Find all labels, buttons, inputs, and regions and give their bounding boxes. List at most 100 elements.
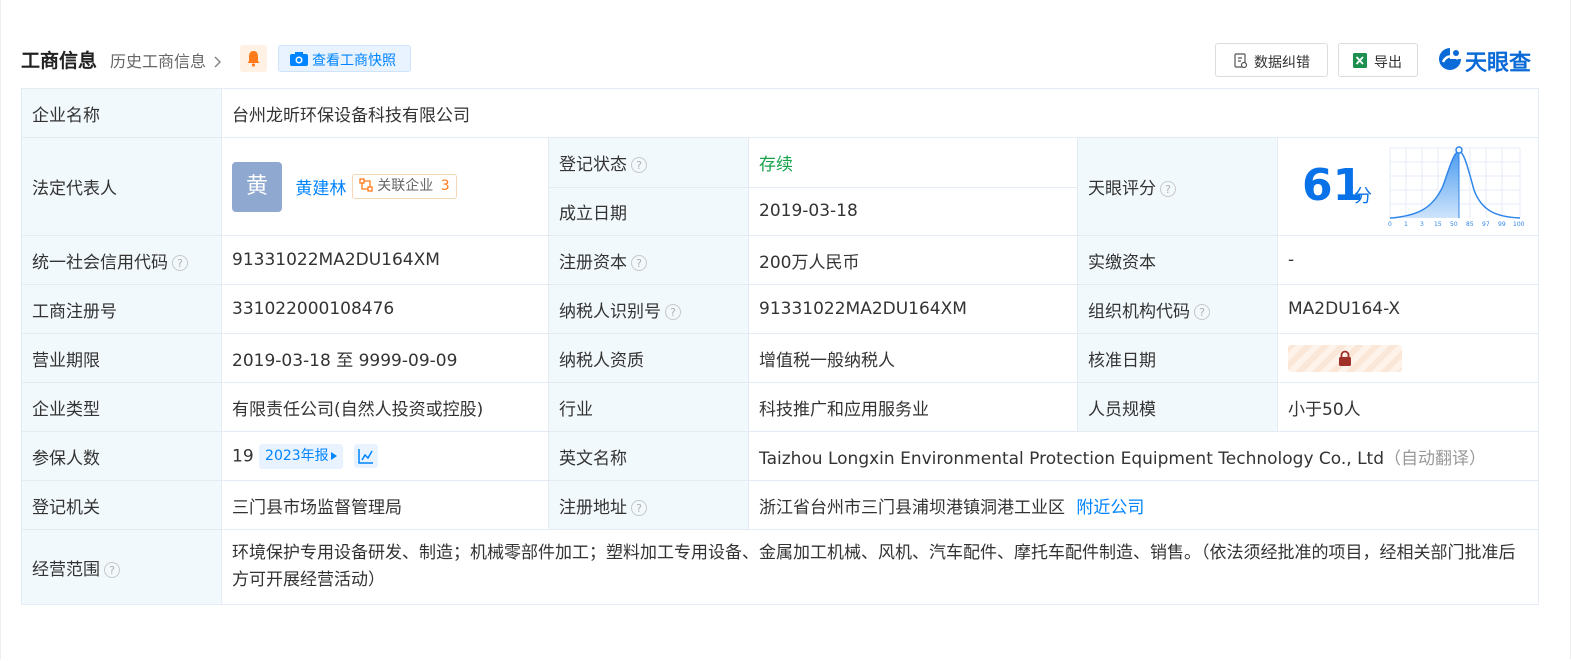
score-tick: 3 xyxy=(1420,221,1424,228)
help-icon[interactable]: ? xyxy=(631,156,647,173)
org-code-label-text: 组织机构代码 xyxy=(1088,301,1190,322)
score-cell[interactable]: 61 分 0 1 3 15 50 85 97 99 100 xyxy=(1276,137,1540,236)
history-link-label: 历史工商信息 xyxy=(110,52,207,71)
address-value: 浙江省台州市三门县浦坝港镇洞港工业区 xyxy=(759,497,1065,518)
score-unit: 分 xyxy=(1354,186,1372,207)
row-legal-rep: 法定代表人 黄 黄建林 关联企业 3 登记状态? 存续 天眼评分? 61 分 0… xyxy=(21,137,1540,236)
history-link[interactable]: 历史工商信息 xyxy=(110,48,222,72)
taxpayer-qual-value: 增值税一般纳税人 xyxy=(748,333,1078,383)
legal-rep-label: 法定代表人 xyxy=(21,137,222,236)
snapshot-button[interactable]: 查看工商快照 xyxy=(278,45,411,72)
bell-icon xyxy=(247,51,260,67)
score-tick: 50 xyxy=(1450,221,1458,228)
related-companies-label: 关联企业 xyxy=(377,178,434,194)
status-text: 存续 xyxy=(759,154,793,175)
founded-value: 2019-03-18 xyxy=(748,186,1078,236)
paid-capital-label: 实缴资本 xyxy=(1077,235,1278,285)
chevron-right-icon xyxy=(214,56,222,68)
vip-locked-field[interactable] xyxy=(1288,344,1402,372)
address-cell: 浙江省台州市三门县浦坝港镇洞港工业区 附近公司 xyxy=(747,480,1540,530)
lock-icon xyxy=(1339,350,1351,366)
company-name-value: 台州龙昕环保设备科技有限公司 xyxy=(220,88,1540,138)
help-icon[interactable]: ? xyxy=(104,561,120,578)
score-label-text: 天眼评分 xyxy=(1088,179,1156,199)
insured-label: 参保人数 xyxy=(21,431,222,481)
insured-cell: 19 2023年报 xyxy=(221,431,549,481)
approval-date-value xyxy=(1276,333,1540,383)
data-correction-label: 数据纠错 xyxy=(1254,55,1310,71)
monitor-bell-button[interactable] xyxy=(240,45,267,72)
scope-label: 经营范围? xyxy=(21,529,222,605)
status-label-text: 登记状态 xyxy=(559,154,627,175)
score-tick: 85 xyxy=(1466,221,1474,228)
help-icon[interactable]: ? xyxy=(665,303,681,320)
org-code-label: 组织机构代码? xyxy=(1077,284,1278,334)
address-label-text: 注册地址 xyxy=(559,497,627,518)
export-label: 导出 xyxy=(1374,55,1402,71)
english-name-cell: Taizhou Longxin Environmental Protection… xyxy=(747,431,1540,481)
score-tick: 0 xyxy=(1388,221,1392,228)
industry-label: 行业 xyxy=(548,382,749,432)
help-icon[interactable]: ? xyxy=(1160,181,1176,197)
taxpayer-id-label: 纳税人识别号? xyxy=(548,284,749,334)
auto-translate-note: （自动翻译） xyxy=(1384,448,1487,469)
score-tick: 99 xyxy=(1498,221,1506,228)
help-icon[interactable]: ? xyxy=(1194,303,1210,320)
credit-code-label: 统一社会信用代码? xyxy=(21,235,222,285)
row-authority: 登记机关 三门县市场监督管理局 注册地址? 浙江省台州市三门县浦坝港镇洞港工业区… xyxy=(21,480,1540,530)
approval-date-label: 核准日期 xyxy=(1077,333,1278,383)
english-name-label: 英文名称 xyxy=(548,431,749,481)
help-icon[interactable]: ? xyxy=(631,499,647,516)
row-reg-no: 工商注册号 331022000108476 纳税人识别号? 91331022MA… xyxy=(21,284,1540,334)
taxpayer-id-value: 91331022MA2DU164XM xyxy=(748,284,1078,334)
status-value: 存续 xyxy=(748,137,1078,188)
term-value: 2019-03-18 至 9999-09-09 xyxy=(221,333,549,383)
address-label: 注册地址? xyxy=(548,480,749,530)
credit-code-value: 91331022MA2DU164XM xyxy=(221,235,549,285)
score-distribution-chart: 0 1 3 15 50 85 97 99 100 xyxy=(1388,146,1524,228)
authority-value: 三门县市场监督管理局 xyxy=(221,480,549,530)
type-value: 有限责任公司(自然人投资或控股) xyxy=(221,382,549,432)
score-tick: 15 xyxy=(1434,221,1442,228)
staff-size-label: 人员规模 xyxy=(1077,382,1278,432)
english-name-value: Taizhou Longxin Environmental Protection… xyxy=(759,448,1385,469)
trend-chart-icon xyxy=(358,449,374,464)
related-companies-tag[interactable]: 关联企业 3 xyxy=(351,174,457,199)
insured-value: 19 xyxy=(232,446,254,466)
paid-capital-value: - xyxy=(1276,235,1540,285)
credit-code-label-text: 统一社会信用代码 xyxy=(32,252,168,273)
annual-report-label: 2023年报 xyxy=(265,447,329,464)
nearby-companies-link[interactable]: 附近公司 xyxy=(1076,498,1144,518)
data-correction-button[interactable]: 数据纠错 xyxy=(1215,43,1328,77)
row-scope: 经营范围? 环境保护专用设备研发、制造；机械零部件加工；塑料加工专用设备、金属加… xyxy=(21,529,1540,605)
avatar[interactable]: 黄 xyxy=(232,161,282,212)
section-header: 工商信息 历史工商信息 查看工商快照 数据纠错 导出 天眼查 xyxy=(21,40,1541,80)
staff-size-value: 小于50人 xyxy=(1276,382,1540,432)
legal-rep-link[interactable]: 黄建林 xyxy=(295,179,346,199)
logo-text: 天眼查 xyxy=(1465,51,1532,76)
related-companies-count: 3 xyxy=(440,178,450,194)
type-label: 企业类型 xyxy=(21,382,222,432)
reg-no-value: 331022000108476 xyxy=(221,284,549,334)
reg-no-label: 工商注册号 xyxy=(21,284,222,334)
company-name-label: 企业名称 xyxy=(21,88,222,138)
industry-value: 科技推广和应用服务业 xyxy=(748,382,1078,432)
status-label: 登记状态? xyxy=(548,137,749,188)
help-icon[interactable]: ? xyxy=(631,254,647,271)
term-label: 营业期限 xyxy=(21,333,222,383)
taxpayer-qual-label: 纳税人资质 xyxy=(548,333,749,383)
trend-chart-button[interactable] xyxy=(354,444,379,468)
annual-report-tag[interactable]: 2023年报 xyxy=(259,443,343,469)
score-label: 天眼评分? xyxy=(1077,137,1278,236)
tianyancha-logo: 天眼查 xyxy=(1437,43,1541,76)
row-company-name: 企业名称 台州龙昕环保设备科技有限公司 xyxy=(21,88,1540,138)
camera-icon xyxy=(290,52,308,66)
score-tick: 97 xyxy=(1482,221,1490,228)
scope-value: 环境保护专用设备研发、制造；机械零部件加工；塑料加工专用设备、金属加工机械、风机… xyxy=(220,529,1540,605)
export-button[interactable]: 导出 xyxy=(1338,43,1418,77)
snapshot-button-label: 查看工商快照 xyxy=(312,53,396,69)
reg-capital-label: 注册资本? xyxy=(548,235,749,285)
org-code-value: MA2DU164-X xyxy=(1276,284,1540,334)
help-icon[interactable]: ? xyxy=(172,254,188,271)
score-box: 61 分 0 1 3 15 50 85 97 99 100 xyxy=(1279,139,1538,235)
